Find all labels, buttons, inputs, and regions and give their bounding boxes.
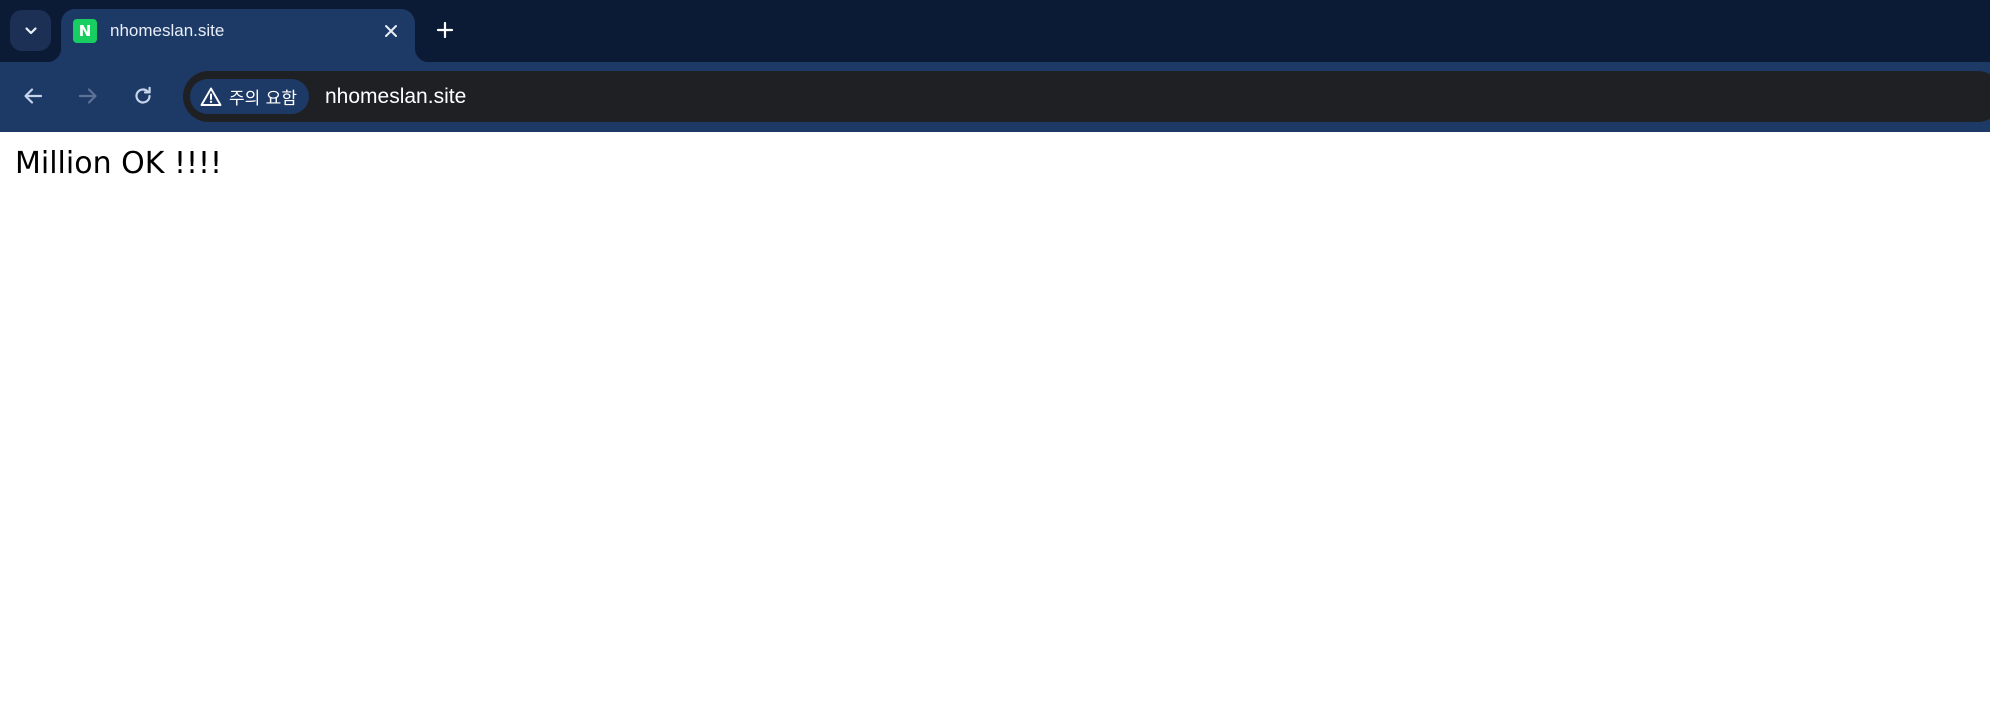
arrow-right-icon xyxy=(78,88,97,104)
plus-icon xyxy=(436,21,454,39)
reload-button[interactable] xyxy=(123,76,163,116)
chevron-down-icon xyxy=(24,26,37,34)
tab-search-button[interactable] xyxy=(10,10,51,51)
security-chip[interactable]: 주의 요함 xyxy=(190,79,309,114)
close-icon xyxy=(385,25,397,37)
browser-chrome: N nhomeslan.site 주의 요함 nhomeslan.site xyxy=(0,0,1990,132)
tab-active[interactable]: N nhomeslan.site xyxy=(47,9,429,62)
arrow-left-icon xyxy=(24,88,43,104)
page-content: Million OK !!!! xyxy=(0,132,1990,720)
back-button[interactable] xyxy=(13,76,53,116)
toolbar: 주의 요함 nhomeslan.site xyxy=(0,62,1990,132)
security-chip-label: 주의 요함 xyxy=(229,89,297,109)
address-bar[interactable]: 주의 요함 nhomeslan.site xyxy=(183,71,1990,122)
favicon-icon: N xyxy=(73,19,97,43)
tab-close-button[interactable] xyxy=(377,17,405,45)
new-tab-button[interactable] xyxy=(427,12,463,48)
warning-triangle-icon xyxy=(200,87,222,106)
url-text[interactable]: nhomeslan.site xyxy=(325,83,466,110)
tab-strip: N nhomeslan.site xyxy=(0,0,1990,62)
tab-title: nhomeslan.site xyxy=(110,21,225,40)
reload-icon xyxy=(135,86,151,104)
forward-button[interactable] xyxy=(68,76,108,116)
page-text: Million OK !!!! xyxy=(15,146,223,181)
